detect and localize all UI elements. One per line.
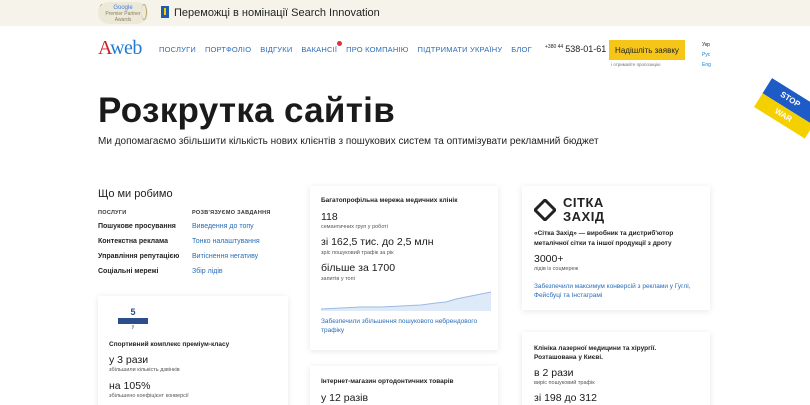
nav-reviews[interactable]: ВІДГУКИ [260, 45, 292, 54]
nav-blog[interactable]: БЛОГ [511, 45, 532, 54]
service-ppc[interactable]: Контекстна реклама [98, 238, 168, 245]
case-link-sitka-line2[interactable]: Фейсбуці та Інстаграмі [534, 291, 602, 300]
ukraine-flag-icon [161, 6, 169, 18]
top-banner: Google Premier Partner Awards Переможці … [0, 0, 810, 26]
lang-rus[interactable]: Рус [702, 50, 711, 60]
case-description-line2: металічної сітки та іншої продукції з др… [534, 240, 672, 247]
case-caption-3: запитів у топі [321, 276, 355, 282]
sitka-logo-line2: ЗАХІД [563, 209, 605, 224]
case-title-shop: Інтернет-магазин ортодонтичних товарів [321, 378, 454, 385]
badge-caption: Premier Partner Awards [105, 11, 141, 23]
client-logo-number: 5 [130, 307, 136, 317]
traffic-growth-sparkline [321, 291, 491, 311]
nav-vacancies-label: ВАКАНСІЇ [301, 45, 338, 54]
nav-about[interactable]: ПРО КОМПАНІЮ [346, 45, 408, 54]
sitka-logo-text: СІТКА ЗАХІД [563, 196, 605, 224]
task-tuning[interactable]: Тонко налаштування [192, 238, 260, 245]
nav-support-ukraine[interactable]: ПІДТРИМАТИ УКРАЇНУ [418, 45, 503, 54]
case-caption-1: збільшили кількість дзвінків [109, 367, 180, 373]
task-top[interactable]: Виведення до топу [192, 223, 254, 230]
case-caption-1: лідів із соцмереж [534, 266, 579, 272]
case-link-sitka-line1[interactable]: Забезпечили максимум конверсій з реклами… [534, 282, 690, 291]
case-caption-1: семантичних груп у роботі [321, 224, 389, 230]
send-request-button[interactable]: Надішліть заявку [609, 40, 685, 60]
case-metric-1: 3000+ [534, 253, 564, 265]
case-metric-1: у 3 рази [109, 354, 149, 366]
case-metric-3: більше за 1700 [321, 262, 396, 274]
phone-main: 538-01-61 [565, 44, 607, 54]
case-title-medical: Багатопрофільна мережа медичних клінік [321, 197, 458, 204]
banner-text[interactable]: Переможці в номінації Search Innovation [174, 7, 380, 19]
case-link-medical-line1[interactable]: Забезпечили збільшення пошукового небрен… [321, 317, 477, 326]
logo-letter: A [98, 37, 111, 59]
service-reputation[interactable]: Управління репутацією [98, 253, 179, 260]
main-nav: ПОСЛУГИ ПОРТФОЛІО ВІДГУКИ ВАКАНСІЇ ПРО К… [159, 41, 541, 54]
case-link-medical-line2[interactable]: трафіку [321, 326, 344, 335]
lang-eng[interactable]: Eng [702, 60, 711, 70]
cta-note: і отримайте пропозицію [611, 62, 661, 67]
column-head-services: ПОСЛУГИ [98, 210, 127, 216]
phone-number[interactable]: +380 44 538-01-61 [545, 44, 606, 54]
phone-prefix: +380 44 [545, 44, 564, 50]
case-metric-2: на 105% [109, 380, 151, 392]
case-metric-1: в 2 рази [534, 367, 574, 379]
language-switcher: Укр Рус Eng [702, 40, 711, 70]
case-metric-2: зі 198 до 312 [534, 392, 597, 404]
case-caption-1: виріс пошуковий трафік [534, 380, 595, 386]
case-metric-1: у 12 разів [321, 392, 369, 404]
case-metric-1: 118 [321, 211, 338, 223]
task-leads[interactable]: Збір лідів [192, 268, 223, 275]
nav-vacancies[interactable]: ВАКАНСІЇ [301, 41, 343, 54]
logo[interactable]: Aweb [98, 37, 142, 60]
case-title-clinic-line2: Розташована у Києві. [534, 354, 603, 361]
task-negative[interactable]: Витіснення негативу [192, 253, 258, 260]
section-title-what-we-do: Що ми робимо [98, 188, 173, 200]
client-logo-sub: у [131, 324, 135, 330]
client-logo-sport: 5 у [118, 307, 148, 333]
service-social[interactable]: Соціальні мережі [98, 268, 158, 275]
column-head-tasks: РОЗВ'ЯЗУЄМО ЗАВДАННЯ [192, 210, 271, 216]
page-title: Розкрутка сайтів [98, 91, 396, 130]
nav-services[interactable]: ПОСЛУГИ [159, 45, 196, 54]
case-title-sport: Спортивний комплекс преміум-класу [109, 341, 230, 348]
service-seo[interactable]: Пошукове просування [98, 223, 176, 230]
logo-rest: web [110, 37, 142, 59]
case-caption-2: зріс пошуковий трафік за рік [321, 250, 394, 256]
case-title-clinic-line1: Клініка лазерної медицини та хірургії. [534, 345, 657, 352]
stop-war-ribbon[interactable]: STOP WAR [752, 78, 810, 142]
nav-portfolio[interactable]: ПОРТФОЛІО [205, 45, 251, 54]
notification-dot-icon [337, 41, 343, 46]
laurel-right-icon [141, 4, 147, 20]
sitka-logo-icon [534, 199, 556, 221]
case-metric-2: зі 162,5 тис. до 2,5 млн [321, 236, 434, 248]
case-description-line1: «Сітка Захід» — виробник та дистриб'ютор [534, 230, 674, 237]
sitka-logo-line1: СІТКА [563, 195, 604, 210]
lang-ukr[interactable]: Укр [702, 40, 711, 50]
case-caption-2: збільшено коефіцієнт конверсії [109, 393, 189, 399]
page-lead: Ми допомагаємо збільшити кількість нових… [98, 136, 599, 147]
